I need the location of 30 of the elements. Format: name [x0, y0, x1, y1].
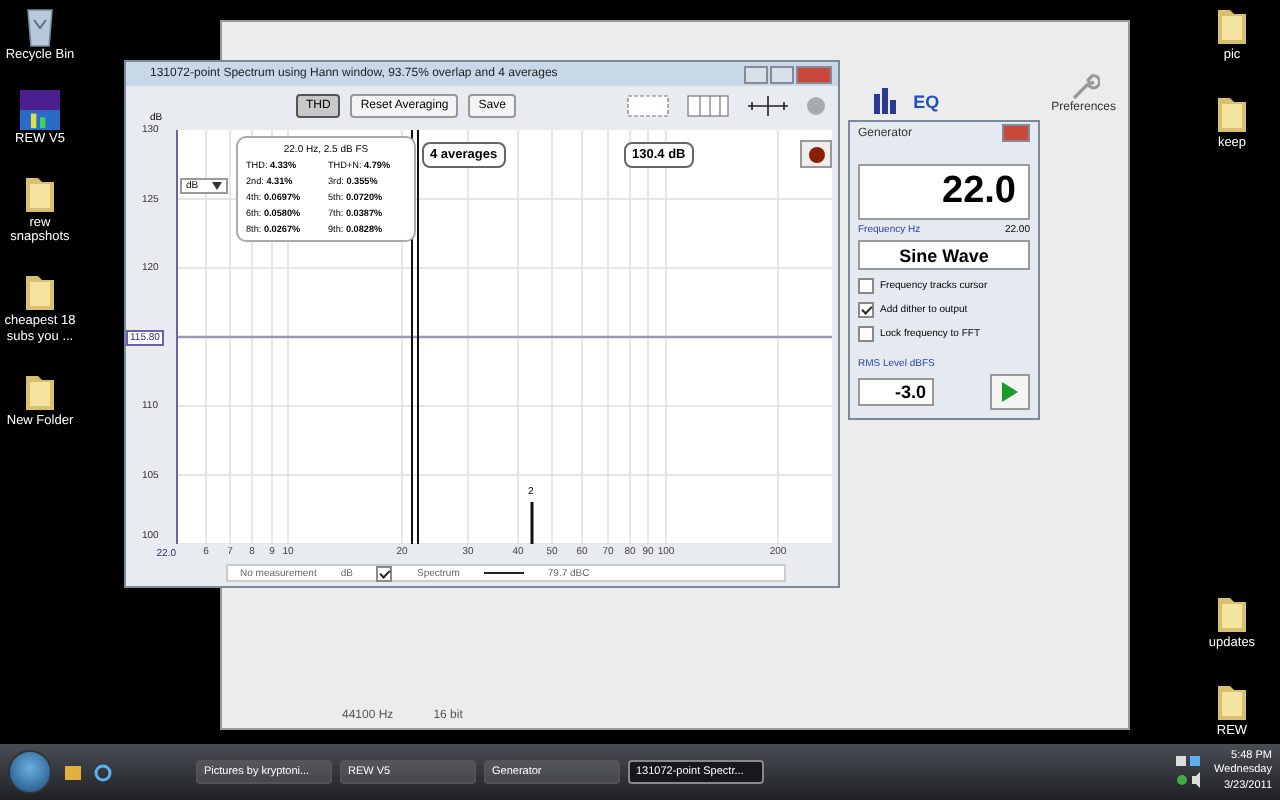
- record-icon: [807, 145, 825, 163]
- wrench-icon: [1067, 70, 1100, 102]
- tray-icons-drawing[interactable]: [1174, 753, 1203, 790]
- play-icon: [1000, 380, 1020, 404]
- bar-chart-icon: [869, 86, 902, 114]
- folder-icon: [1212, 680, 1252, 725]
- folder-icon: [1212, 4, 1252, 48]
- record-button[interactable]: [800, 140, 832, 168]
- play-button[interactable]: [990, 374, 1030, 410]
- app-logo-icon: [20, 87, 60, 132]
- waveform-dropdown[interactable]: Sine Wave: [858, 240, 1030, 270]
- close-button[interactable]: [1002, 124, 1030, 143]
- checkbox[interactable]: [858, 278, 874, 294]
- minimize-button[interactable]: [744, 65, 768, 83]
- level-field[interactable]: -3.0: [858, 378, 934, 406]
- eq-button[interactable]: EQ: [913, 90, 940, 114]
- toolbar-button[interactable]: [869, 86, 902, 114]
- close-button[interactable]: [796, 65, 832, 83]
- grid-icon[interactable]: [686, 94, 730, 118]
- caret-icon: [212, 182, 222, 190]
- trace-line-icon: [483, 570, 524, 576]
- folder-icon: [20, 270, 60, 315]
- checkbox[interactable]: [858, 302, 874, 318]
- crosshair-icon[interactable]: [746, 94, 790, 118]
- checkbox[interactable]: [858, 326, 874, 342]
- start-button[interactable]: [8, 750, 52, 794]
- folder-icon: [1212, 592, 1252, 637]
- checkbox[interactable]: [376, 565, 393, 581]
- frequency-display[interactable]: 22.0: [858, 164, 1030, 221]
- maximize-button[interactable]: [770, 65, 794, 83]
